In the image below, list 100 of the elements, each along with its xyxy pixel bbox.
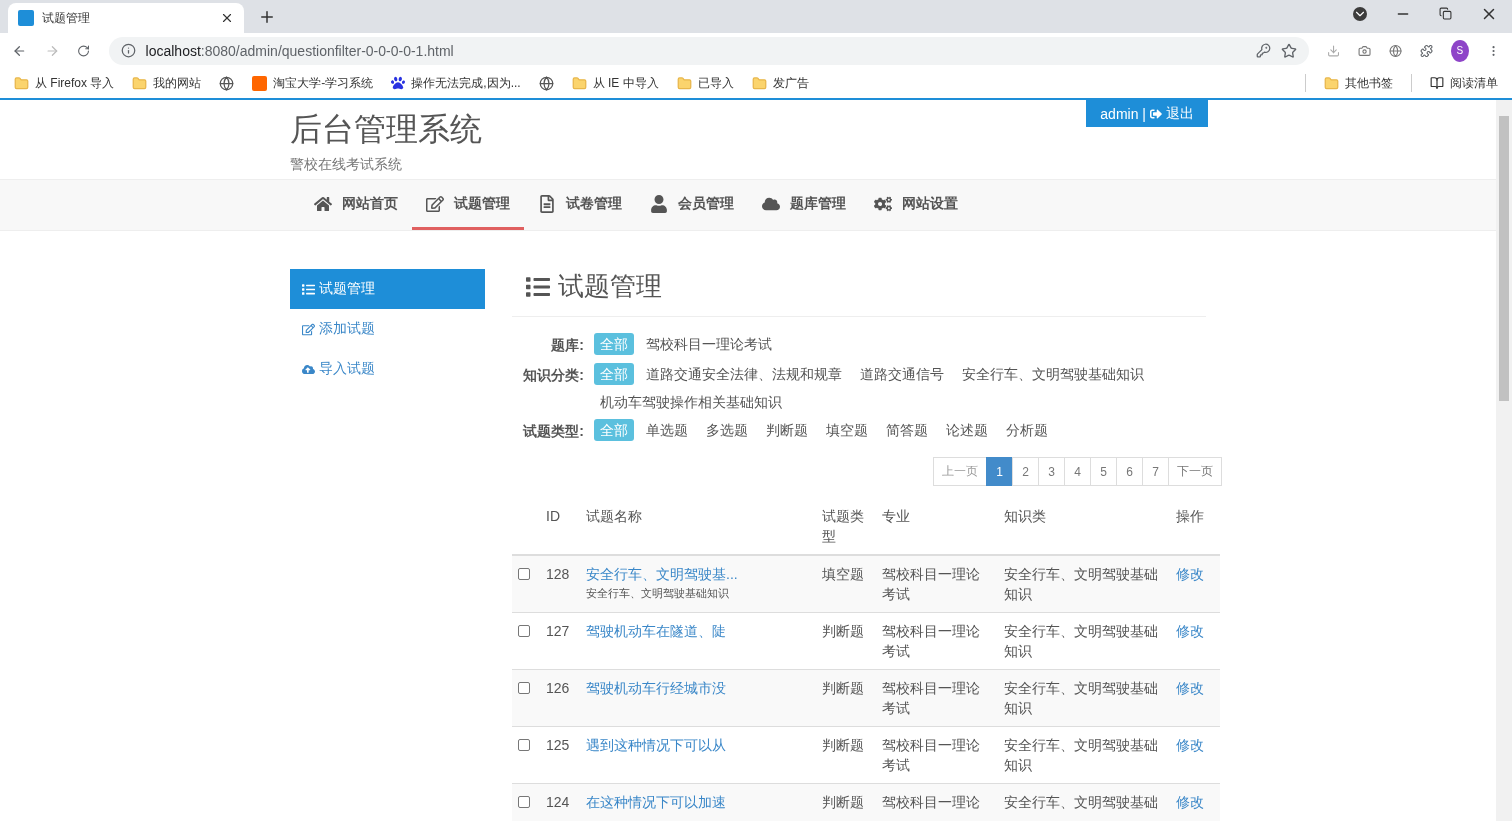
filter-option[interactable]: 道路交通安全法律、法规和规章 (640, 363, 848, 385)
star-icon[interactable] (1280, 42, 1297, 59)
table-cell: 128 (546, 566, 570, 582)
folder-icon (676, 75, 692, 91)
reload-icon[interactable] (77, 42, 91, 59)
nav-tab[interactable]: 网站首页 (300, 180, 412, 230)
bookmark[interactable]: 从 IE 中导入 (571, 74, 659, 92)
reading-list[interactable]: 阅读清单 (1430, 74, 1498, 92)
filter-option[interactable]: 安全行车、文明驾驶基础知识 (956, 363, 1150, 385)
table-cell: 判断题 (822, 623, 864, 639)
extensions-icon[interactable] (1419, 42, 1433, 59)
edit-link[interactable]: 修改 (1176, 737, 1204, 753)
row-checkbox[interactable] (518, 796, 530, 808)
key-icon[interactable] (1255, 43, 1271, 58)
edit-link[interactable]: 修改 (1176, 623, 1204, 639)
edit-icon (426, 194, 444, 213)
filter-option[interactable]: 多选题 (700, 419, 754, 441)
sidebar-item[interactable]: 试题管理 (290, 269, 485, 309)
filter-option[interactable]: 分析题 (1000, 419, 1054, 441)
sign-out-icon (1150, 107, 1162, 120)
table-cell: 驾校科目一理论考试 (882, 680, 980, 716)
filter-option[interactable]: 机动车驾驶操作相关基础知识 (594, 391, 788, 413)
bookmark[interactable]: 已导入 (676, 74, 734, 92)
question-link[interactable]: 安全行车、文明驾驶基... (586, 566, 738, 582)
sidebar-item[interactable]: 添加试题 (290, 309, 485, 349)
filter-label: 题库: (550, 336, 585, 355)
nav-tab[interactable]: 网站设置 (860, 180, 972, 230)
row-checkbox[interactable] (518, 682, 530, 694)
nav-tab[interactable]: 会员管理 (636, 180, 748, 230)
bookmark[interactable]: 发广告 (751, 74, 809, 92)
bookmark[interactable]: 从 Firefox 导入 (14, 74, 115, 92)
filter-option[interactable]: 判断题 (760, 419, 814, 441)
page-button[interactable]: 1 (986, 457, 1013, 486)
globe-icon (538, 75, 554, 91)
table-cell: 判断题 (822, 737, 864, 753)
close-icon[interactable] (220, 11, 234, 25)
bookmark[interactable]: 我的网站 (132, 74, 202, 92)
table-cell: 驾校科目一理论 (882, 794, 980, 810)
sidebar-item[interactable]: 导入试题 (290, 349, 485, 389)
list-icon (302, 282, 315, 296)
restore-icon[interactable] (1439, 7, 1452, 20)
question-link[interactable]: 遇到这种情况下可以从 (586, 737, 726, 753)
filter-option[interactable]: 论述题 (940, 419, 994, 441)
edit-icon (302, 322, 315, 336)
next-page-button[interactable]: 下一页 (1168, 457, 1222, 486)
page-button[interactable]: 4 (1064, 457, 1091, 486)
reading-list-icon (1430, 76, 1444, 90)
filter-option[interactable]: 驾校科目一理论考试 (640, 333, 778, 355)
table-cell: 安全行车、文明驾驶基础知识 (1004, 566, 1158, 602)
column-header: 试题类型 (822, 508, 864, 544)
page-button[interactable]: 2 (1012, 457, 1039, 486)
filter-option[interactable]: 单选题 (640, 419, 694, 441)
bookmark[interactable]: 其他书签 (1324, 74, 1393, 92)
row-checkbox[interactable] (518, 625, 530, 637)
table-cell: 安全行车、文明驾驶基础 (1004, 794, 1158, 810)
scrollbar[interactable] (1496, 100, 1512, 821)
globe-icon (219, 75, 235, 91)
folder-icon (14, 75, 29, 91)
bookmark[interactable]: 操作无法完成,因为... (391, 74, 521, 92)
document-icon (538, 194, 556, 213)
nav-tab[interactable]: 试题管理 (412, 180, 524, 230)
folder-icon (1324, 75, 1339, 91)
address-bar[interactable]: localhost:8080/admin/questionfilter-0-0-0-0-1.html (108, 36, 1309, 65)
profile-avatar[interactable]: S (1450, 39, 1469, 62)
gears-icon (874, 194, 892, 213)
browser-tab[interactable]: 试题管理 (8, 3, 244, 33)
filter-option[interactable]: 道路交通信号 (854, 363, 950, 385)
question-link[interactable]: 驾驶机动车在隧道、陡 (586, 623, 726, 639)
table-cell: 驾校科目一理论考试 (882, 623, 980, 659)
table-cell: 安全行车、文明驾驶基础知识 (1004, 623, 1158, 659)
question-link[interactable]: 驾驶机动车行经城市没 (586, 680, 726, 696)
taobao-icon (252, 75, 268, 91)
logout-button[interactable]: admin | 退出 (1086, 100, 1208, 127)
filter-option[interactable]: 简答题 (880, 419, 934, 441)
row-checkbox[interactable] (518, 739, 530, 751)
filter-option[interactable]: 填空题 (820, 419, 874, 441)
page-button[interactable]: 5 (1090, 457, 1117, 486)
column-header: 专业 (882, 508, 910, 524)
edit-link[interactable]: 修改 (1176, 794, 1204, 810)
site-subtitle: 警校在线考试系统 (290, 156, 403, 174)
tab-search-icon[interactable] (1353, 6, 1367, 21)
filter-label: 试题类型: (522, 422, 585, 441)
nav-tab[interactable]: 题库管理 (748, 180, 860, 230)
filter-label: 知识分类: (522, 366, 585, 385)
table-cell: 判断题 (822, 680, 864, 696)
edit-link[interactable]: 修改 (1176, 680, 1204, 696)
page-button[interactable]: 3 (1038, 457, 1065, 486)
bookmark[interactable]: 淘宝大学-学习系统 (252, 74, 374, 92)
folder-icon (571, 75, 587, 91)
table-cell: 判断题 (822, 794, 864, 810)
column-header: 试题名称 (586, 508, 642, 524)
question-link[interactable]: 在这种情况下可以加速 (586, 794, 726, 810)
table-cell: 安全行车、文明驾驶基础知识 (1004, 737, 1158, 773)
nav-tab[interactable]: 试卷管理 (524, 180, 636, 230)
column-header: 知识类 (1004, 508, 1046, 524)
edit-link[interactable]: 修改 (1176, 566, 1204, 582)
folder-icon (751, 75, 767, 91)
page-button[interactable]: 6 (1116, 457, 1143, 486)
row-checkbox[interactable] (518, 568, 530, 580)
page-button[interactable]: 7 (1142, 457, 1169, 486)
